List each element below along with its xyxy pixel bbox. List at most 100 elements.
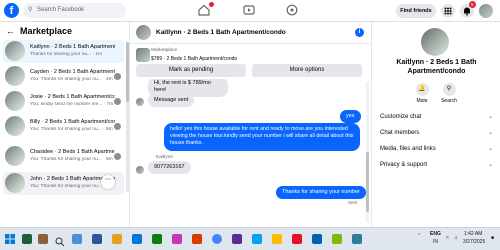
taskbar-app-icon[interactable] bbox=[192, 234, 202, 244]
sender-avatar bbox=[136, 166, 144, 174]
taskbar-app-icon[interactable] bbox=[72, 234, 82, 244]
bell-icon: 🔔 bbox=[415, 83, 429, 96]
taskbar-app-icon[interactable] bbox=[292, 234, 302, 244]
taskbar-app-icon[interactable] bbox=[152, 234, 162, 244]
taskbar-app-icon[interactable] bbox=[38, 234, 48, 244]
listing-details: $789 · 2 Beds 1 Bath Apartment/condo bbox=[151, 56, 238, 62]
contact-name: Kaitlynn · 2 Beds 1 Bath Apartment/condo bbox=[396, 59, 477, 75]
grid-menu-icon bbox=[444, 7, 452, 15]
outgoing-message: yes bbox=[340, 110, 361, 123]
more-options-button[interactable]: More options bbox=[252, 64, 362, 77]
taskbar-search-icon[interactable] bbox=[55, 234, 65, 247]
media-files-links-row[interactable]: Media, files and links ⌄ bbox=[380, 143, 495, 155]
listing-thumbnail bbox=[136, 48, 150, 62]
listing-source: Marketplace bbox=[151, 48, 178, 53]
folder-icon[interactable] bbox=[112, 234, 122, 244]
mark-as-pending-button[interactable]: Mark as pending bbox=[136, 64, 246, 77]
profile-avatar[interactable] bbox=[479, 4, 493, 18]
back-arrow-icon[interactable]: ← bbox=[6, 26, 15, 36]
conversation-item[interactable]: John · 2 Beds 1 Bath Apartment/condo You… bbox=[3, 172, 124, 195]
conversation-snippet: You: kindly send me number me... · 7m bbox=[30, 102, 114, 107]
conversation-item[interactable]: Josie · 2 Beds 1 Bath Apartment/condo Yo… bbox=[3, 90, 124, 113]
scrollbar-thumb[interactable] bbox=[126, 42, 129, 102]
conversation-name: Billy · 2 Beds 1 Bath Apartment/condo bbox=[30, 119, 115, 125]
listing-thumbnail bbox=[5, 66, 25, 86]
home-notification-dot bbox=[209, 2, 214, 7]
taskbar-app-icon[interactable] bbox=[92, 234, 102, 244]
clock-time[interactable]: 1:42 AM bbox=[464, 231, 482, 237]
mute-button[interactable]: 🔔 Mute bbox=[410, 83, 434, 104]
outgoing-message: Thanks for sharing your number bbox=[276, 186, 366, 199]
wifi-icon[interactable]: ≈ bbox=[446, 235, 449, 241]
mute-label: Mute bbox=[416, 98, 428, 104]
incoming-message: Message sent bbox=[148, 94, 195, 107]
conversation-details-panel: Kaitlynn · 2 Beds 1 Bath Apartment/condo… bbox=[371, 22, 500, 227]
taskbar-app-icon[interactable] bbox=[172, 234, 182, 244]
conversation-item[interactable]: Kaitlynn · 2 Beds 1 Bath Apartment/condo… bbox=[3, 40, 124, 63]
chevron-down-icon: ⌄ bbox=[487, 162, 493, 168]
sender-avatar bbox=[136, 98, 144, 106]
taskbar-app-icon[interactable] bbox=[352, 234, 362, 244]
taskbar-app-icon[interactable] bbox=[22, 234, 32, 244]
top-navigation-bar: f ⚲ Search Facebook Find friends 5 bbox=[0, 0, 500, 22]
panel-title: ← Marketplace bbox=[6, 26, 73, 36]
search-input[interactable]: ⚲ Search Facebook bbox=[23, 3, 126, 18]
chat-scrollbar[interactable] bbox=[366, 82, 369, 222]
home-icon[interactable] bbox=[198, 4, 210, 16]
message-thread: Hi, the rent is $ 789/mo here! Message s… bbox=[130, 79, 371, 226]
conversation-item[interactable]: Chasidee · 2 Beds 1 Bath Apartment/condo… bbox=[3, 145, 124, 168]
chrome-browser-icon[interactable] bbox=[212, 234, 222, 244]
windows-start-icon[interactable] bbox=[5, 234, 15, 244]
conversation-item[interactable]: Billy · 2 Beds 1 Bath Apartment/condo Yo… bbox=[3, 115, 124, 138]
seen-avatar bbox=[114, 153, 121, 160]
volume-icon[interactable]: ♫ bbox=[454, 235, 458, 241]
search-placeholder: Search Facebook bbox=[37, 7, 85, 13]
language-indicator[interactable]: ENG bbox=[430, 231, 441, 237]
gaming-icon[interactable] bbox=[286, 4, 298, 16]
scrollbar[interactable] bbox=[126, 42, 129, 192]
chat-avatar[interactable] bbox=[136, 25, 151, 40]
conversation-item[interactable]: Cayden · 2 Beds 1 Bath Apartment/condo Y… bbox=[3, 65, 124, 88]
edge-browser-icon[interactable] bbox=[132, 234, 142, 244]
more-options-icon[interactable]: ⋯ bbox=[101, 175, 115, 189]
seen-avatar bbox=[114, 98, 121, 105]
conversation-snippet: Thanks for sharing your nu... · 1m bbox=[30, 52, 102, 57]
chat-scrollbar-thumb[interactable] bbox=[366, 152, 369, 212]
notifications-button[interactable]: 5 bbox=[460, 1, 476, 18]
taskbar-app-icon[interactable] bbox=[252, 234, 262, 244]
listing-thumbnail bbox=[5, 91, 25, 111]
taskbar-app-icon[interactable] bbox=[312, 234, 322, 244]
chat-title[interactable]: Kaitlynn · 2 Beds 1 Bath Apartment/condo bbox=[156, 29, 286, 36]
taskbar-app-icon[interactable] bbox=[332, 234, 342, 244]
chevron-down-icon: ⌄ bbox=[487, 130, 493, 136]
seen-avatar bbox=[114, 73, 121, 80]
customize-chat-row[interactable]: Customize chat ⌄ bbox=[380, 111, 495, 123]
find-friends-button[interactable]: Find friends bbox=[396, 4, 436, 18]
windows-taskbar: ⌃ ENG IN ≈ ♫ 1:42 AM 3/27/2025 ■ bbox=[0, 227, 500, 250]
conversation-snippet: You: Thanks for sharing your nu... · 4m bbox=[30, 77, 113, 82]
region-indicator: IN bbox=[433, 239, 438, 245]
incoming-message: 9077263167 bbox=[148, 161, 191, 174]
listing-banner[interactable]: Marketplace $789 · 2 Beds 1 Bath Apartme… bbox=[130, 44, 371, 66]
conversation-name: Kaitlynn · 2 Beds 1 Bath Apartment/condo bbox=[30, 44, 115, 50]
privacy-support-row[interactable]: Privacy & support ⌄ bbox=[380, 159, 495, 171]
facebook-logo-icon[interactable]: f bbox=[4, 3, 19, 18]
chevron-down-icon: ⌄ bbox=[487, 114, 493, 120]
notification-badge: 5 bbox=[469, 1, 476, 8]
menu-button[interactable] bbox=[441, 4, 455, 18]
chat-members-row[interactable]: Chat members ⌄ bbox=[380, 127, 495, 139]
chat-panel: Kaitlynn · 2 Beds 1 Bath Apartment/condo… bbox=[130, 22, 371, 244]
search-conversation-button[interactable]: ⚲ Search bbox=[437, 83, 461, 104]
search-icon: ⚲ bbox=[28, 7, 33, 13]
conversation-name: Chasidee · 2 Beds 1 Bath Apartment/condo bbox=[30, 149, 115, 155]
chevron-up-icon[interactable]: ⌃ bbox=[417, 233, 421, 239]
contact-avatar[interactable] bbox=[421, 28, 449, 56]
taskbar-app-icon[interactable] bbox=[272, 234, 282, 244]
search-label: Search bbox=[441, 98, 457, 104]
video-icon[interactable] bbox=[243, 4, 255, 16]
chevron-down-icon: ⌄ bbox=[487, 146, 493, 152]
clock-date[interactable]: 3/27/2025 bbox=[463, 239, 485, 245]
notification-center-icon[interactable]: ■ bbox=[491, 235, 494, 241]
taskbar-app-icon[interactable] bbox=[232, 234, 242, 244]
info-icon[interactable]: i bbox=[355, 28, 364, 37]
